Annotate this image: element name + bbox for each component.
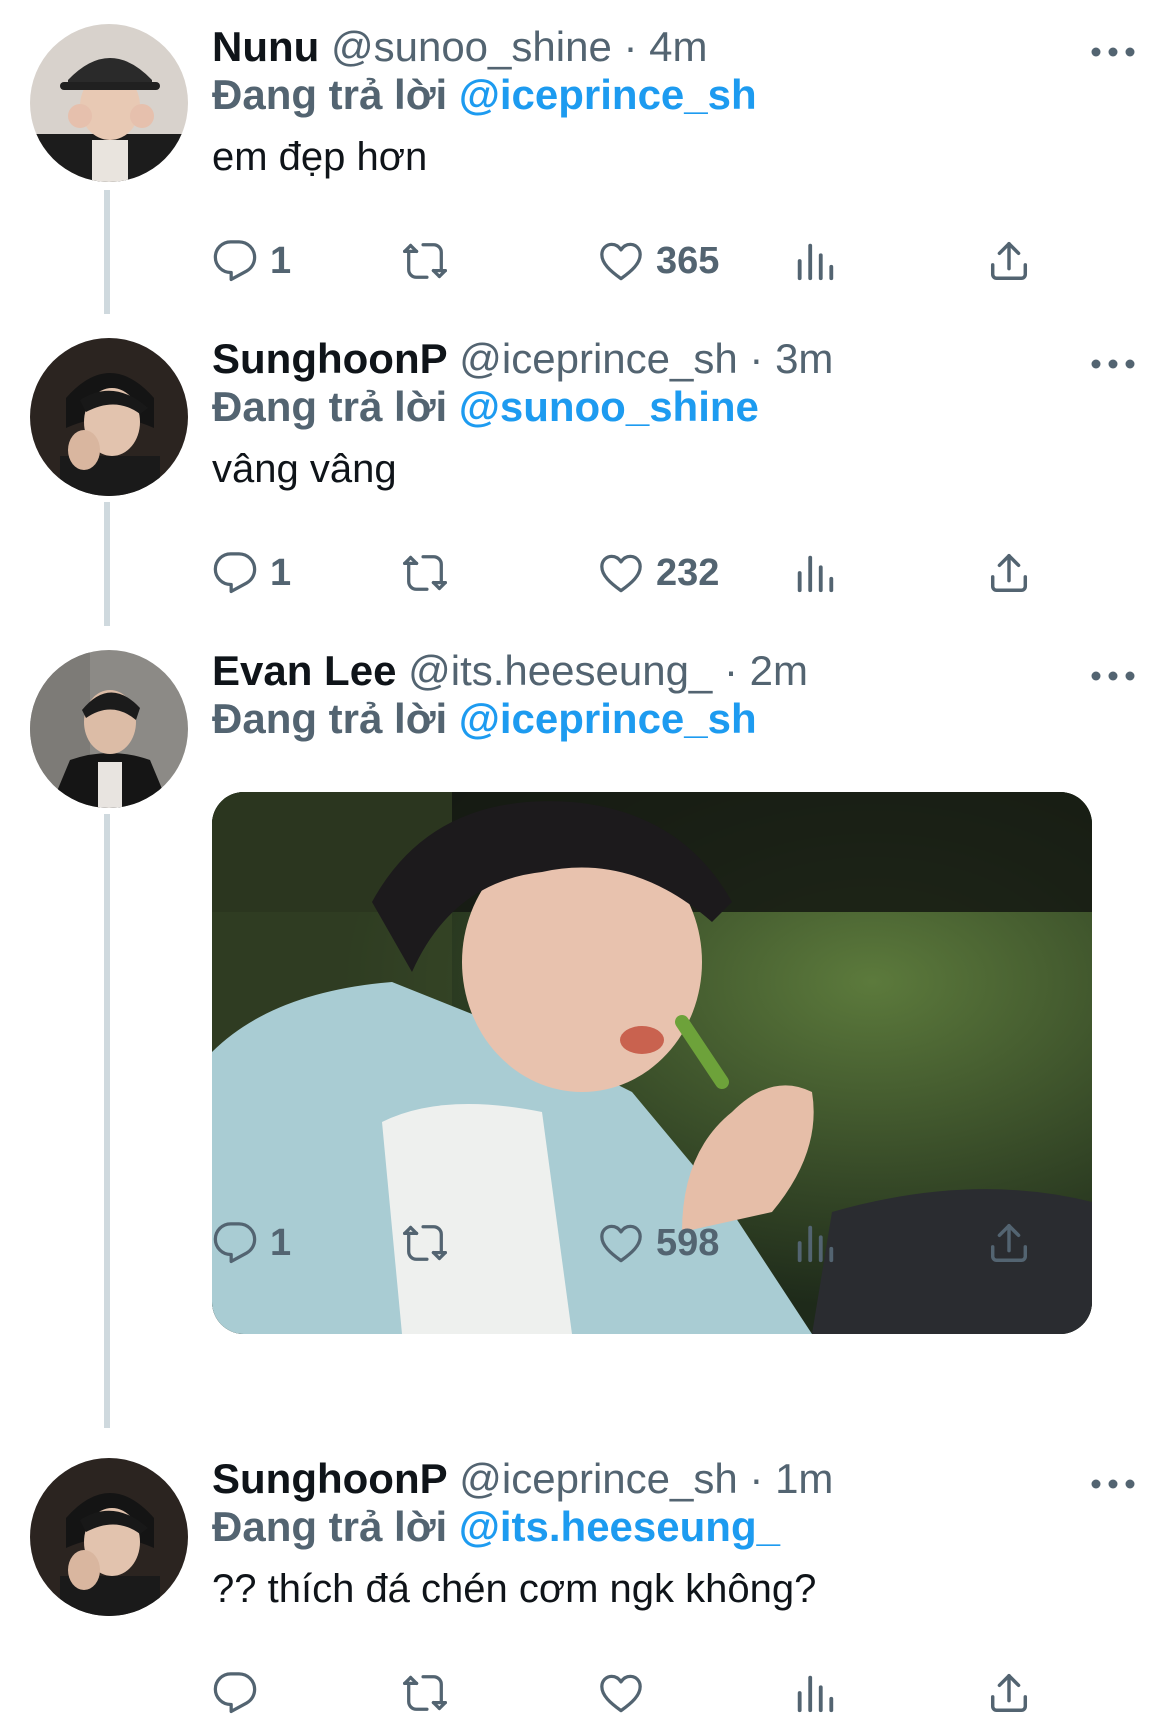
retweet-button[interactable]	[402, 1216, 448, 1270]
reply-icon	[212, 238, 258, 284]
reply-prefix: Đang trả lời	[212, 71, 448, 118]
separator-dot: ·	[723, 647, 738, 694]
avatar[interactable]	[30, 650, 188, 808]
timestamp[interactable]: 1m	[775, 1455, 833, 1502]
reply-context: Đang trả lời @its.heeseung_	[212, 1502, 780, 1552]
share-button[interactable]	[986, 1666, 1032, 1720]
tweet-header: SunghoonP @iceprince_sh · 3m	[212, 334, 833, 384]
reply-prefix: Đang trả lời	[212, 1503, 448, 1550]
heart-icon	[598, 238, 644, 284]
more-icon[interactable]	[1090, 1476, 1136, 1492]
separator-dot: ·	[623, 23, 638, 70]
retweet-button[interactable]	[402, 546, 448, 600]
reply-button[interactable]: 1	[212, 234, 291, 288]
reply-button[interactable]: 1	[212, 546, 291, 600]
heart-icon	[598, 1670, 644, 1716]
views-icon	[792, 1220, 838, 1266]
views-button[interactable]	[792, 546, 838, 600]
views-button[interactable]	[792, 234, 838, 288]
mention-link[interactable]: @iceprince_sh	[459, 695, 757, 742]
avatar[interactable]	[30, 1458, 188, 1616]
share-icon	[986, 1670, 1032, 1716]
like-button[interactable]: 598	[598, 1216, 719, 1270]
separator-dot: ·	[749, 335, 764, 382]
tweet-header: SunghoonP @iceprince_sh · 1m	[212, 1454, 833, 1504]
tweet-text: vâng vâng	[212, 447, 397, 491]
avatar[interactable]	[30, 24, 188, 182]
more-icon[interactable]	[1090, 356, 1136, 372]
mention-link[interactable]: @iceprince_sh	[459, 71, 757, 118]
reply-prefix: Đang trả lời	[212, 383, 448, 430]
reply-context: Đang trả lời @iceprince_sh	[212, 694, 757, 744]
views-icon	[792, 1670, 838, 1716]
display-name[interactable]: Evan Lee	[212, 647, 396, 694]
mention-link[interactable]: @its.heeseung_	[459, 1503, 780, 1550]
reply-icon	[212, 1220, 258, 1266]
retweet-icon	[402, 1220, 448, 1266]
retweet-button[interactable]	[402, 1666, 448, 1720]
like-button[interactable]	[598, 1666, 644, 1720]
share-button[interactable]	[986, 546, 1032, 600]
views-button[interactable]	[792, 1666, 838, 1720]
tweet-header: Nunu @sunoo_shine · 4m	[212, 22, 708, 72]
reply-button[interactable]: 1	[212, 1216, 291, 1270]
retweet-icon	[402, 550, 448, 596]
tweet: SunghoonP @iceprince_sh · 3m Đang trả lờ…	[0, 314, 1170, 626]
user-handle[interactable]: @sunoo_shine	[331, 23, 612, 70]
display-name[interactable]: Nunu	[212, 23, 319, 70]
reply-prefix: Đang trả lời	[212, 695, 448, 742]
reply-icon	[212, 1670, 258, 1716]
like-count: 232	[656, 552, 720, 594]
reply-context: Đang trả lời @sunoo_shine	[212, 382, 759, 432]
retweet-icon	[402, 1670, 448, 1716]
display-name[interactable]: SunghoonP	[212, 1455, 448, 1502]
more-icon[interactable]	[1090, 668, 1136, 684]
tweet: SunghoonP @iceprince_sh · 1m Đang trả lờ…	[0, 1434, 1170, 1736]
reply-count: 1	[270, 1222, 292, 1264]
share-button[interactable]	[986, 234, 1032, 288]
user-handle[interactable]: @its.heeseung_	[408, 647, 712, 694]
like-button[interactable]: 232	[598, 546, 719, 600]
action-bar: 1 365	[212, 234, 1052, 288]
views-icon	[792, 550, 838, 596]
action-bar: 1 598	[212, 1216, 1052, 1270]
share-icon	[986, 550, 1032, 596]
display-name[interactable]: SunghoonP	[212, 335, 448, 382]
heart-icon	[598, 550, 644, 596]
action-bar	[212, 1666, 1052, 1720]
share-icon	[986, 1220, 1032, 1266]
timestamp[interactable]: 2m	[750, 647, 808, 694]
views-button[interactable]	[792, 1216, 838, 1270]
reply-icon	[212, 550, 258, 596]
retweet-button[interactable]	[402, 234, 448, 288]
tweet-header: Evan Lee @its.heeseung_ · 2m	[212, 646, 808, 696]
action-bar: 1 232	[212, 546, 1052, 600]
timestamp[interactable]: 4m	[649, 23, 707, 70]
avatar[interactable]	[30, 338, 188, 496]
share-icon	[986, 238, 1032, 284]
like-count: 598	[656, 1222, 720, 1264]
tweet: Nunu @sunoo_shine · 4m Đang trả lời @ice…	[0, 0, 1170, 314]
reply-context: Đang trả lời @iceprince_sh	[212, 70, 757, 120]
views-icon	[792, 238, 838, 284]
user-handle[interactable]: @iceprince_sh	[459, 335, 737, 382]
timestamp[interactable]: 3m	[775, 335, 833, 382]
separator-dot: ·	[749, 1455, 764, 1502]
user-handle[interactable]: @iceprince_sh	[459, 1455, 737, 1502]
reply-button[interactable]	[212, 1666, 258, 1720]
reply-count: 1	[270, 552, 292, 594]
heart-icon	[598, 1220, 644, 1266]
mention-link[interactable]: @sunoo_shine	[459, 383, 759, 430]
reply-count: 1	[270, 240, 292, 282]
tweet: Evan Lee @its.heeseung_ · 2m Đang trả lờ…	[0, 626, 1170, 1434]
share-button[interactable]	[986, 1216, 1032, 1270]
more-icon[interactable]	[1090, 44, 1136, 60]
tweet-text: em đẹp hơn	[212, 135, 428, 179]
like-count: 365	[656, 240, 720, 282]
like-button[interactable]: 365	[598, 234, 719, 288]
retweet-icon	[402, 238, 448, 284]
tweet-text: ?? thích đá chén cơm ngk không?	[212, 1567, 817, 1611]
